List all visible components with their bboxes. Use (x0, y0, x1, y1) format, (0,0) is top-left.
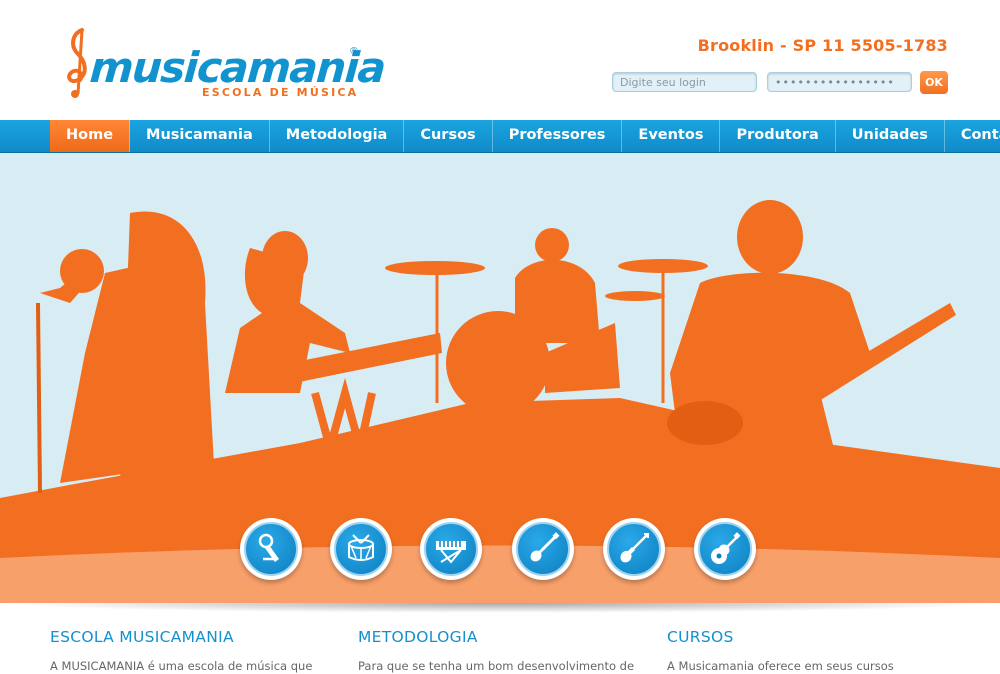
keyboard-icon (436, 541, 466, 564)
section-text: A Musicamania oferece em seus cursos (667, 659, 894, 673)
instrument-button-electric-guitar[interactable] (512, 518, 574, 580)
section-title[interactable]: ESCOLA MUSICAMANIA (50, 628, 330, 646)
nav-item-musicamania[interactable]: Musicamania (130, 120, 270, 152)
drum-icon (348, 534, 374, 561)
instrument-button-acoustic-guitar[interactable] (694, 518, 756, 580)
bass-guitar-icon (620, 533, 649, 563)
site-header: musicamania ® ESCOLA DE MÚSICA Brooklin … (0, 0, 1000, 120)
nav-item-metodologia[interactable]: Metodologia (270, 120, 405, 152)
location-phone: Brooklin - SP 11 5505-1783 (697, 36, 948, 55)
login-field[interactable] (612, 72, 757, 92)
password-field[interactable] (767, 72, 912, 92)
logo-tagline: ESCOLA DE MÚSICA (202, 86, 359, 99)
main-nav: Home Musicamania Metodologia Cursos Prof… (0, 120, 1000, 153)
microphone-icon (258, 533, 279, 562)
section-metodologia: METODOLOGIA Para que se tenha um bom des… (358, 628, 638, 674)
nav-item-unidades[interactable]: Unidades (836, 120, 945, 152)
section-text: Para que se tenha um bom desenvolvimento… (358, 659, 635, 673)
nav-item-professores[interactable]: Professores (493, 120, 623, 152)
instrument-button-keyboard[interactable] (420, 518, 482, 580)
instrument-button-vocals[interactable] (240, 518, 302, 580)
musicamania-logo[interactable]: musicamania ® ESCOLA DE MÚSICA (62, 24, 386, 104)
section-text: A MUSICAMANIA é uma escola de música que (50, 659, 313, 673)
nav-item-home[interactable]: Home (50, 120, 131, 152)
hero-banner (0, 153, 1000, 603)
banner-shadow (0, 603, 1000, 613)
section-title[interactable]: METODOLOGIA (358, 628, 638, 646)
electric-guitar-icon (530, 532, 560, 562)
login-submit-button[interactable]: OK (920, 71, 948, 94)
section-title[interactable]: CURSOS (667, 628, 947, 646)
nav-item-contato[interactable]: Contato (945, 120, 1000, 152)
logo-wordmark: musicamania (88, 43, 387, 92)
band-silhouette-illustration (0, 200, 1000, 603)
instrument-button-bass[interactable] (603, 518, 665, 580)
registered-mark: ® (349, 46, 359, 57)
section-cursos: CURSOS A Musicamania oferece em seus cur… (667, 628, 947, 674)
section-escola: ESCOLA MUSICAMANIA A MUSICAMANIA é uma e… (50, 628, 330, 674)
nav-item-eventos[interactable]: Eventos (622, 120, 721, 152)
nav-item-produtora[interactable]: Produtora (720, 120, 836, 152)
acoustic-guitar-icon (711, 532, 741, 564)
nav-item-cursos[interactable]: Cursos (404, 120, 493, 152)
instrument-button-drums[interactable] (330, 518, 392, 580)
